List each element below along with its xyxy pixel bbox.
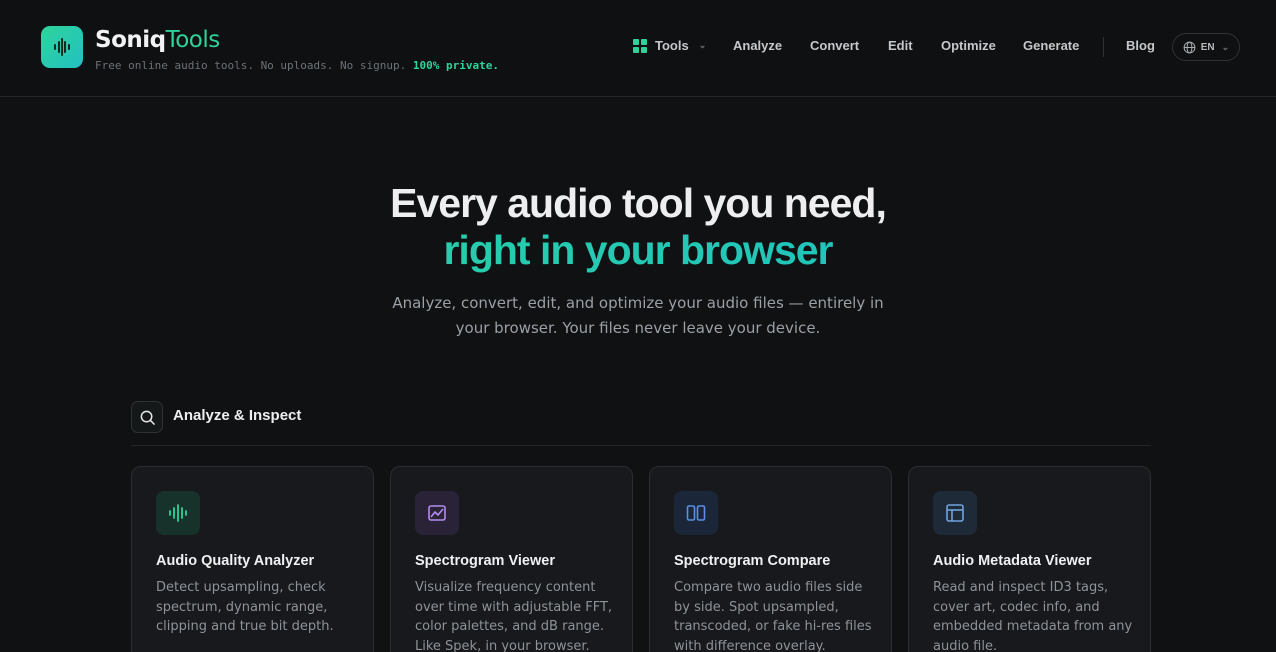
- tagline-text: Free online audio tools. No uploads. No …: [95, 59, 407, 72]
- site-header: SoniqTools Free online audio tools. No u…: [0, 0, 1276, 97]
- nav-optimize[interactable]: Optimize: [941, 38, 996, 53]
- logo-icon[interactable]: [41, 26, 83, 68]
- card-description: Compare two audio files side by side. Sp…: [674, 580, 872, 652]
- tool-card-spectrogram-viewer[interactable]: Spectrogram Viewer Visualize frequency c…: [390, 466, 633, 652]
- chevron-down-icon: ⌄: [698, 40, 707, 50]
- waveform-icon: [156, 491, 200, 535]
- image-chart-icon: [415, 491, 459, 535]
- tool-card-audio-metadata-viewer[interactable]: Audio Metadata Viewer Read and inspect I…: [908, 466, 1151, 652]
- chevron-down-icon: ⌄: [1221, 41, 1230, 52]
- globe-icon: [1183, 41, 1196, 53]
- brand-name-part2: Tools: [165, 27, 221, 53]
- nav-tools-label: Tools: [655, 38, 689, 53]
- tagline: Free online audio tools. No uploads. No …: [95, 59, 499, 72]
- card-description: Read and inspect ID3 tags, cover art, co…: [933, 580, 1133, 652]
- brand-name[interactable]: SoniqTools: [95, 26, 220, 54]
- tagline-highlight: 100% private.: [412, 59, 499, 72]
- hero-title-line2: right in your browser: [0, 227, 1276, 274]
- card-description: Detect upsampling, check spectrum, dynam…: [156, 580, 334, 634]
- card-description: Visualize frequency content over time wi…: [415, 580, 613, 652]
- nav-convert[interactable]: Convert: [810, 38, 859, 53]
- card-title: Spectrogram Viewer: [415, 553, 555, 569]
- card-title: Spectrogram Compare: [674, 553, 831, 569]
- search-icon: [131, 401, 163, 433]
- language-selector[interactable]: EN ⌄: [1172, 33, 1240, 61]
- nav-edit[interactable]: Edit: [888, 38, 913, 53]
- layout-icon: [933, 491, 977, 535]
- section-divider: [131, 445, 1151, 446]
- nav-blog[interactable]: Blog: [1126, 38, 1155, 53]
- section-title: Analyze & Inspect: [173, 407, 302, 424]
- grid-icon: [633, 38, 647, 53]
- nav-divider: [1103, 37, 1104, 57]
- tool-card-spectrogram-compare[interactable]: Spectrogram Compare Compare two audio fi…: [649, 466, 892, 652]
- columns-icon: [674, 491, 718, 535]
- nav-analyze[interactable]: Analyze: [733, 38, 782, 53]
- nav-generate[interactable]: Generate: [1023, 38, 1079, 53]
- language-label: EN: [1200, 41, 1215, 53]
- nav-tools-dropdown[interactable]: Tools ⌄: [633, 38, 706, 53]
- card-title: Audio Quality Analyzer: [156, 553, 315, 569]
- hero-title-line1: Every audio tool you need,: [390, 180, 887, 226]
- tool-card-audio-quality-analyzer[interactable]: Audio Quality Analyzer Detect upsampling…: [131, 466, 374, 652]
- card-title: Audio Metadata Viewer: [933, 553, 1092, 569]
- hero-subtitle: Analyze, convert, edit, and optimize you…: [392, 294, 884, 337]
- brand-name-part1: Soniq: [95, 27, 166, 53]
